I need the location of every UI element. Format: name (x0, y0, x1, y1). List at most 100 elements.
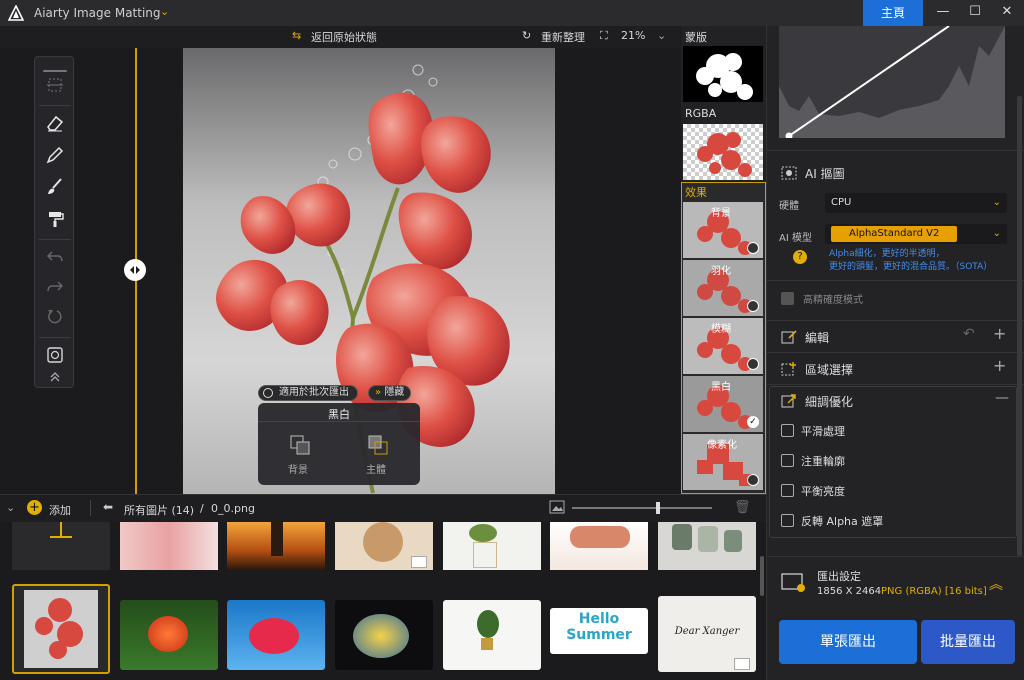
subject-layer-icon[interactable] (366, 433, 390, 457)
mask-label: 蒙版 (685, 31, 707, 44)
brush-pencil-icon[interactable] (43, 143, 67, 167)
close-button[interactable]: ✕ (990, 0, 1024, 26)
hello-text: Hello (578, 611, 620, 627)
radio-icon[interactable] (747, 242, 759, 254)
radio-icon[interactable] (263, 388, 273, 398)
smooth-checkbox[interactable] (781, 424, 794, 437)
hide-button[interactable]: » 隱藏 (368, 385, 412, 401)
zoom-fit-icon[interactable]: ⛶ (600, 29, 608, 43)
zoom-dropdown-icon[interactable]: ⌄ (657, 29, 666, 42)
crop-select-icon[interactable] (43, 73, 67, 97)
balance-brightness-checkbox[interactable] (781, 484, 794, 497)
trash-icon[interactable]: 🗑 (734, 500, 751, 515)
chevron-down-icon[interactable]: ⌄ (160, 5, 169, 18)
revert-icon[interactable]: ⇆ (292, 29, 301, 42)
effect-blur-thumb[interactable]: 模糊 (683, 318, 763, 374)
thumbnail-size-slider[interactable] (572, 507, 712, 509)
hide-label: 隱藏 (384, 387, 405, 398)
thumbnail-size-slider-thumb[interactable] (656, 502, 660, 514)
compare-split-handle[interactable] (124, 259, 146, 281)
rgba-thumbnail[interactable] (683, 124, 763, 180)
radio-icon[interactable] (747, 358, 759, 370)
home-button[interactable]: 主頁 (863, 0, 923, 26)
export-settings-icon (781, 572, 807, 594)
model-select[interactable]: AlphaStandard V2 ⌄ (825, 224, 1007, 244)
roller-icon[interactable] (43, 207, 67, 231)
apply-batch-toggle[interactable]: 適用於批次匯出 (258, 385, 358, 401)
redo-icon[interactable] (43, 275, 67, 299)
invert-alpha-checkbox[interactable] (781, 514, 794, 527)
paint-brush-icon[interactable] (43, 175, 67, 199)
single-export-button[interactable]: 單張匯出 (779, 620, 917, 664)
reset-icon[interactable]: ↻ (522, 29, 531, 42)
chevron-down-icon: ⌄ (992, 197, 1001, 208)
model-description-1: Alpha細化，更好的半透明， (829, 249, 945, 259)
collapse-gallery-icon[interactable]: ⌄ (6, 501, 15, 514)
gallery-item[interactable]: Dear Xanger (658, 596, 756, 672)
edit-icon (781, 329, 797, 345)
fit-screen-icon[interactable] (43, 343, 67, 367)
add-icon[interactable]: + (27, 500, 42, 515)
gallery-scrollbar[interactable] (760, 556, 764, 596)
gallery-item[interactable] (335, 522, 433, 570)
hq-mode-checkbox[interactable] (781, 292, 794, 305)
gallery: Hello Summer Dear Xanger (0, 522, 766, 680)
back-arrow-icon[interactable]: ⬅ (103, 500, 113, 514)
model-description-2: 更好的頭髮，更好的混合品質。（SOTA） (829, 262, 993, 272)
background-layer-icon[interactable] (288, 433, 312, 457)
reset-rotate-icon[interactable] (43, 305, 67, 329)
breadcrumb-all[interactable]: 所有圖片 (14) (124, 502, 194, 518)
mask-thumbnail[interactable] (683, 46, 763, 102)
radio-icon[interactable] (747, 300, 759, 312)
plus-icon[interactable]: + (993, 356, 1006, 375)
edit-label[interactable]: 編輯 (805, 329, 829, 346)
chevron-double-up-icon[interactable]: ︽ (989, 574, 1003, 594)
reset-button[interactable]: 重新整理 (541, 29, 585, 45)
eraser-icon[interactable] (43, 111, 67, 135)
effect-pixelate-thumb[interactable]: 像素化 (683, 434, 763, 490)
batch-export-button[interactable]: 批量匯出 (921, 620, 1015, 664)
gallery-item[interactable] (335, 600, 433, 670)
effect-feather-thumb[interactable]: 羽化 (683, 260, 763, 316)
effect-background-thumb[interactable]: 背景 (683, 202, 763, 258)
gallery-item[interactable]: Hello Summer (550, 608, 648, 654)
radio-icon[interactable] (747, 474, 759, 486)
gallery-item[interactable] (443, 600, 541, 670)
minimize-button[interactable]: — (926, 0, 960, 26)
maximize-button[interactable]: ☐ (958, 0, 992, 26)
plus-icon[interactable]: + (993, 324, 1006, 343)
contour-checkbox[interactable] (781, 454, 794, 467)
title-bar: Aiarty Image Matting ⌄ 主頁 — ☐ ✕ (0, 0, 1024, 26)
gallery-item-selected[interactable] (12, 584, 110, 674)
minus-icon[interactable]: — (995, 390, 1009, 406)
balance-brightness-label: 平衡亮度 (801, 485, 845, 498)
effects-label: 效果 (685, 186, 707, 199)
undo-icon[interactable]: ↶ (963, 326, 975, 342)
gallery-item-add-placeholder[interactable] (12, 522, 110, 570)
gallery-item[interactable] (658, 522, 756, 570)
model-value: AlphaStandard V2 (831, 226, 958, 242)
gallery-item[interactable] (120, 522, 218, 570)
export-format: PNG (RGBA) [16 bits] (881, 586, 987, 597)
breadcrumb-separator: / (200, 502, 204, 515)
zoom-value[interactable]: 21% (621, 29, 645, 42)
gallery-item[interactable] (120, 600, 218, 670)
effect-bw-thumb[interactable]: 黑白 ✓ (683, 376, 763, 432)
gallery-item[interactable] (227, 600, 325, 670)
region-label[interactable]: 區域選擇 (805, 361, 853, 378)
panel-scrollbar[interactable] (1017, 96, 1022, 556)
effect-pixelate-label: 像素化 (707, 440, 737, 451)
gallery-item[interactable] (443, 522, 541, 570)
revert-button[interactable]: 返回原始狀態 (311, 29, 377, 45)
add-button[interactable]: 添加 (49, 502, 71, 518)
collapse-tools-icon[interactable] (43, 365, 67, 389)
gallery-item[interactable] (227, 522, 325, 570)
undo-icon[interactable] (43, 245, 67, 269)
hardware-select[interactable]: CPU ⌄ (825, 193, 1007, 213)
refine-label[interactable]: 細調優化 (805, 393, 853, 410)
gallery-item[interactable] (550, 522, 648, 570)
background-label: 背景 (288, 465, 308, 476)
region-select-icon (781, 361, 797, 377)
check-icon[interactable]: ✓ (747, 416, 759, 428)
help-icon[interactable]: ? (793, 250, 807, 264)
